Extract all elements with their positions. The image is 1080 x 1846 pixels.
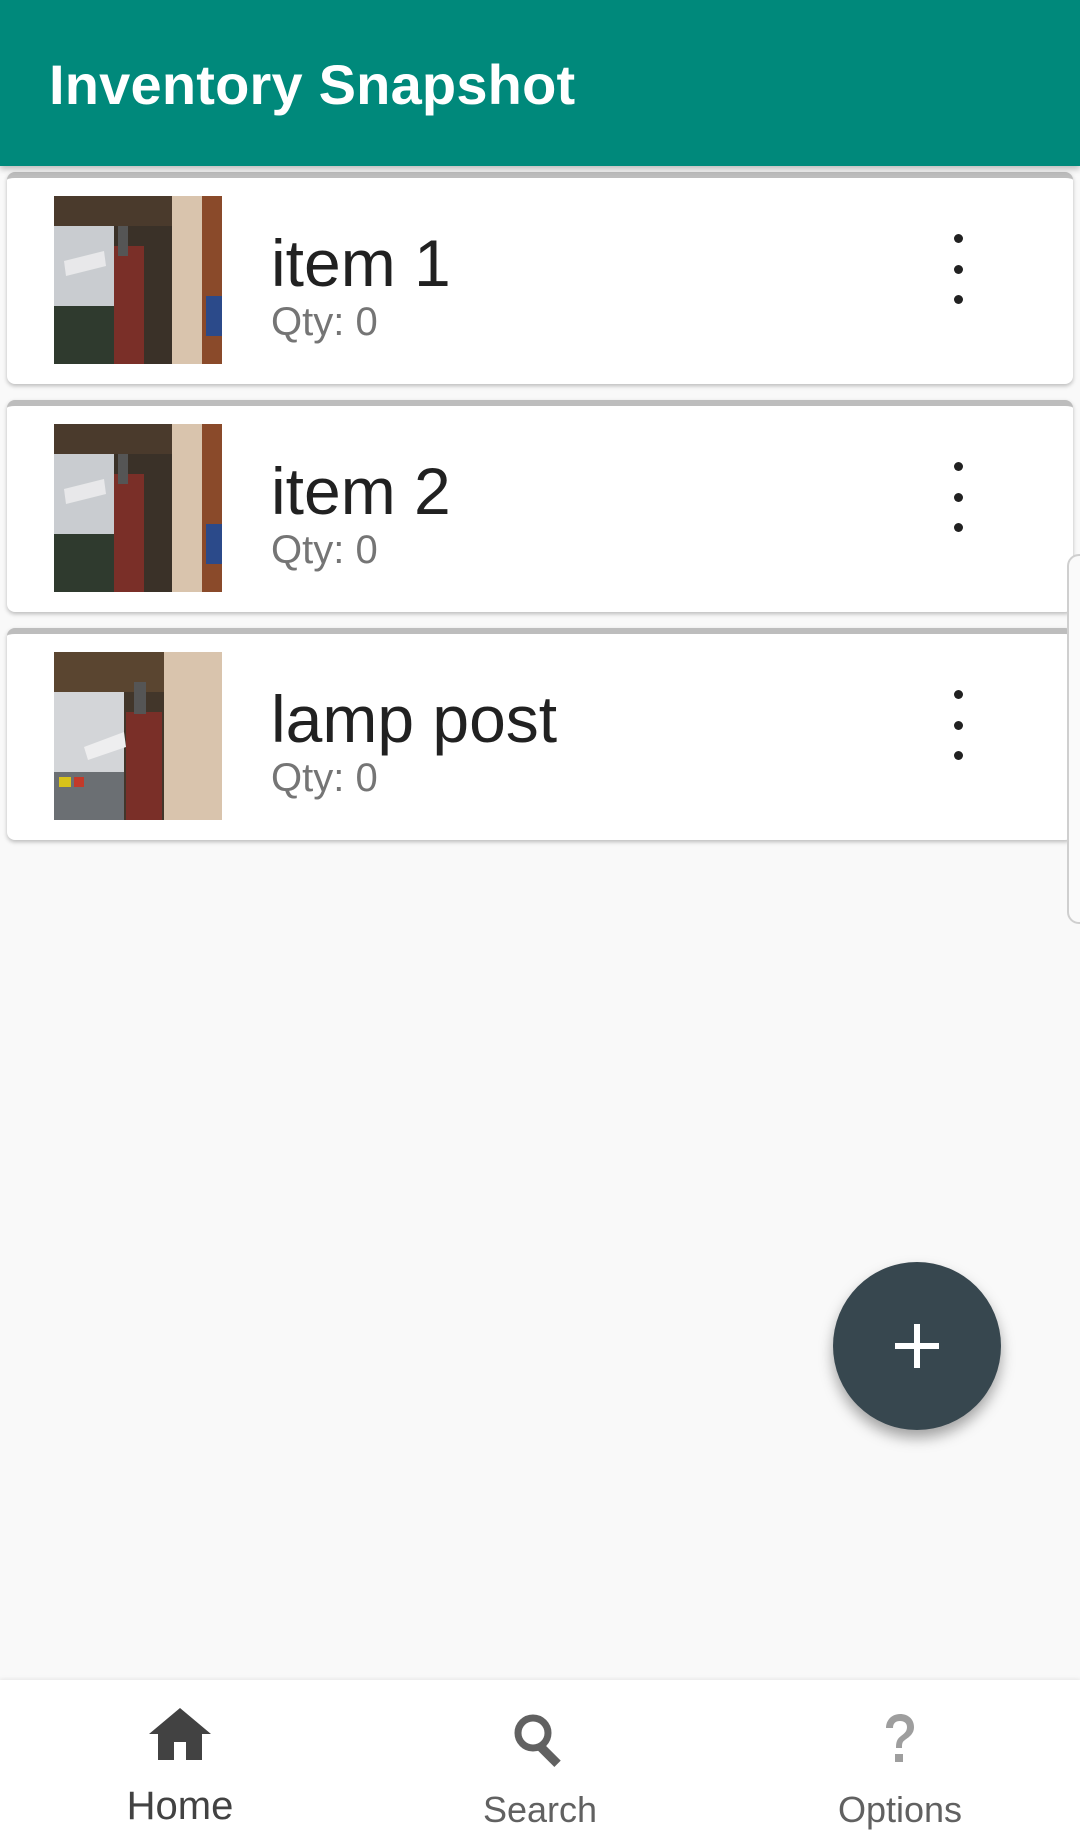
- list-item[interactable]: item 2 Qty: 0: [7, 400, 1073, 612]
- item-quantity: Qty: 0: [271, 300, 378, 344]
- item-thumbnail[interactable]: [54, 424, 222, 592]
- app-bar: Inventory Snapshot: [0, 0, 1080, 166]
- nav-home[interactable]: Home: [0, 1680, 360, 1846]
- add-item-button[interactable]: [833, 1262, 1001, 1430]
- home-icon: [149, 1708, 211, 1760]
- nav-search[interactable]: Search: [360, 1680, 720, 1846]
- more-options-icon[interactable]: [933, 462, 983, 532]
- plus-icon: [895, 1324, 939, 1368]
- page-title: Inventory Snapshot: [49, 53, 576, 116]
- more-options-icon[interactable]: [933, 234, 983, 304]
- help-icon: [886, 1714, 914, 1762]
- item-thumbnail[interactable]: [54, 652, 222, 820]
- search-icon: [514, 1714, 561, 1768]
- item-name: item 2: [271, 454, 451, 528]
- nav-home-label: Home: [126, 1784, 234, 1828]
- nav-search-label: Search: [482, 1789, 598, 1830]
- item-quantity: Qty: 0: [271, 756, 378, 800]
- scroll-handle[interactable]: [1067, 554, 1080, 924]
- bottom-navigation: Home Search Options: [0, 1680, 1080, 1846]
- list-item[interactable]: item 1 Qty: 0: [7, 172, 1073, 384]
- nav-options-label: Options: [837, 1789, 963, 1830]
- nav-options[interactable]: Options: [720, 1680, 1080, 1846]
- item-name: item 1: [271, 226, 451, 300]
- more-options-icon[interactable]: [933, 690, 983, 760]
- item-thumbnail[interactable]: [54, 196, 222, 364]
- list-item[interactable]: lamp post Qty: 0: [7, 628, 1073, 840]
- item-name: lamp post: [271, 682, 558, 756]
- item-quantity: Qty: 0: [271, 528, 378, 572]
